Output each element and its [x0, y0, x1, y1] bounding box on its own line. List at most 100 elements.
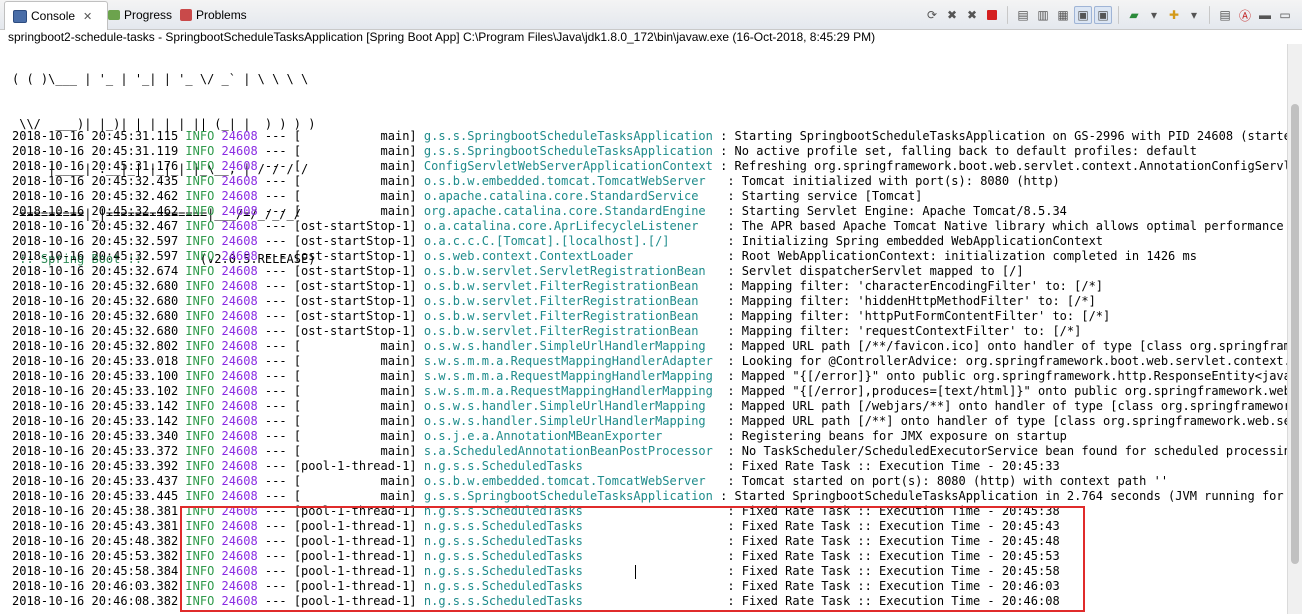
- log-message: : Starting service [Tomcat]: [727, 189, 923, 203]
- log-thread: [ main]: [293, 489, 417, 503]
- log-pid: 24608: [221, 129, 258, 143]
- log-level: INFO: [185, 219, 215, 233]
- banner-line: ( ( )\___ | '_ | '_| | '_ \/ _` | \ \ \ …: [12, 72, 309, 86]
- console-toolbar: ⟳ ✖ ✖ ▤ ▥ ▦ ▣ ▣ ▰ ▾ ✚ ▾ ▤ Ⓐ ▬ ▭: [923, 5, 1294, 25]
- display-selected-console-icon[interactable]: ▾: [1145, 6, 1163, 24]
- remove-all-icon[interactable]: ✖: [963, 6, 981, 24]
- log-separator: ---: [264, 174, 287, 188]
- log-timestamp: 2018-10-16 20:45:33.018: [12, 354, 179, 368]
- log-line: 2018-10-16 20:45:32.680 INFO 24608 --- […: [12, 279, 1288, 294]
- log-pid: 24608: [221, 234, 258, 248]
- scroll-lock-icon[interactable]: ▥: [1034, 6, 1052, 24]
- show-stdout-icon[interactable]: ▣: [1074, 6, 1092, 24]
- log-timestamp: 2018-10-16 20:45:33.102: [12, 384, 179, 398]
- log-line: 2018-10-16 20:45:33.142 INFO 24608 --- […: [12, 399, 1288, 414]
- log-thread: [ main]: [293, 159, 417, 173]
- log-logger: o.s.b.w.servlet.FilterRegistrationBean: [423, 279, 721, 293]
- log-logger: s.w.s.m.m.a.RequestMappingHandlerAdapter: [423, 354, 721, 368]
- show-stderr-icon[interactable]: ▣: [1094, 6, 1112, 24]
- log-logger: g.s.s.SpringbootScheduleTasksApplication: [423, 489, 713, 503]
- log-thread: [ main]: [293, 384, 417, 398]
- log-timestamp: 2018-10-16 20:45:31.115: [12, 129, 179, 143]
- log-level: INFO: [185, 354, 215, 368]
- maximize-icon[interactable]: ▭: [1276, 6, 1294, 24]
- log-timestamp: 2018-10-16 20:45:33.437: [12, 474, 179, 488]
- log-thread: [ost-startStop-1]: [293, 249, 417, 263]
- log-pid: 24608: [221, 489, 258, 503]
- word-wrap-icon[interactable]: ▦: [1054, 6, 1072, 24]
- log-message: : No TaskScheduler/ScheduledExecutorServ…: [727, 444, 1288, 458]
- log-separator: ---: [264, 339, 287, 353]
- view-menu-icon[interactable]: ▾: [1185, 6, 1203, 24]
- log-logger: o.s.b.w.servlet.FilterRegistrationBean: [423, 324, 721, 338]
- log-separator: ---: [264, 459, 287, 473]
- minimize-icon[interactable]: ▬: [1256, 6, 1274, 24]
- pin-console-icon[interactable]: ▰: [1125, 6, 1143, 24]
- ansi-icon[interactable]: Ⓐ: [1236, 6, 1254, 24]
- log-timestamp: 2018-10-16 20:45:32.435: [12, 174, 179, 188]
- log-separator: ---: [264, 309, 287, 323]
- log-pid: 24608: [221, 414, 258, 428]
- log-line: 2018-10-16 20:45:33.018 INFO 24608 --- […: [12, 354, 1288, 369]
- tab-console[interactable]: Console ✕: [4, 1, 108, 30]
- close-icon[interactable]: ✕: [83, 10, 92, 23]
- text-caret: [635, 565, 636, 579]
- log-logger: o.s.w.s.handler.SimpleUrlHandlerMapping: [423, 339, 721, 353]
- log-logger: ConfigServletWebServerApplicationContext: [423, 159, 713, 173]
- log-timestamp: 2018-10-16 20:45:31.119: [12, 144, 179, 158]
- log-separator: ---: [264, 429, 287, 443]
- log-pid: 24608: [221, 219, 258, 233]
- log-message: : Mapping filter: 'httpPutFormContentFil…: [727, 309, 1111, 323]
- log-pid: 24608: [221, 279, 258, 293]
- log-line: 2018-10-16 20:45:32.597 INFO 24608 --- […: [12, 234, 1288, 249]
- open-console-icon[interactable]: ✚: [1165, 6, 1183, 24]
- log-message: : No active profile set, falling back to…: [720, 144, 1197, 158]
- log-pid: 24608: [221, 294, 258, 308]
- log-line: 2018-10-16 20:45:33.142 INFO 24608 --- […: [12, 414, 1288, 429]
- terminate-icon[interactable]: [983, 6, 1001, 24]
- log-thread: [ main]: [293, 189, 417, 203]
- log-thread: [ main]: [293, 399, 417, 413]
- log-timestamp: 2018-10-16 20:45:32.462: [12, 189, 179, 203]
- highlight-box: [180, 506, 1085, 612]
- log-line: 2018-10-16 20:45:33.102 INFO 24608 --- […: [12, 384, 1288, 399]
- toolbar-separator: [1007, 6, 1008, 24]
- log-thread: [ main]: [293, 339, 417, 353]
- log-line: 2018-10-16 20:45:33.340 INFO 24608 --- […: [12, 429, 1288, 444]
- tab-problems[interactable]: Problems: [180, 0, 270, 29]
- log-pid: 24608: [221, 399, 258, 413]
- log-message: : Registering beans for JMX exposure on …: [727, 429, 1067, 443]
- log-message: : The APR based Apache Tomcat Native lib…: [727, 219, 1288, 233]
- log-line: 2018-10-16 20:45:33.100 INFO 24608 --- […: [12, 369, 1288, 384]
- log-line: 2018-10-16 20:45:31.119 INFO 24608 --- […: [12, 144, 1288, 159]
- remove-launch-icon[interactable]: ✖: [943, 6, 961, 24]
- log-logger: s.a.ScheduledAnnotationBeanPostProcessor: [423, 444, 721, 458]
- log-level: INFO: [185, 159, 215, 173]
- log-logger: g.s.s.SpringbootScheduleTasksApplication: [423, 144, 713, 158]
- log-message: : Tomcat started on port(s): 8080 (http)…: [727, 474, 1169, 488]
- scrollbar-thumb[interactable]: [1291, 104, 1299, 564]
- log-separator: ---: [264, 279, 287, 293]
- log-thread: [ main]: [293, 474, 417, 488]
- log-pid: 24608: [221, 369, 258, 383]
- log-logger: o.s.j.e.a.AnnotationMBeanExporter: [423, 429, 721, 443]
- log-thread: [ost-startStop-1]: [293, 309, 417, 323]
- vertical-scrollbar[interactable]: [1287, 44, 1302, 614]
- log-thread: [ost-startStop-1]: [293, 219, 417, 233]
- log-timestamp: 2018-10-16 20:46:08.382: [12, 594, 179, 608]
- log-logger: o.s.w.s.handler.SimpleUrlHandlerMapping: [423, 399, 721, 413]
- log-level: INFO: [185, 189, 215, 203]
- log-separator: ---: [264, 489, 287, 503]
- log-pid: 24608: [221, 354, 258, 368]
- log-pid: 24608: [221, 324, 258, 338]
- tab-progress[interactable]: Progress: [108, 0, 188, 29]
- log-thread: [ main]: [293, 354, 417, 368]
- log-logger: o.s.b.w.embedded.tomcat.TomcatWebServer: [423, 474, 721, 488]
- log-level: INFO: [185, 429, 215, 443]
- log-message: : Servlet dispatcherServlet mapped to [/…: [727, 264, 1024, 278]
- log-message: : Mapped URL path [/**/favicon.ico] onto…: [727, 339, 1288, 353]
- stack-icon[interactable]: ▤: [1216, 6, 1234, 24]
- pin-icon[interactable]: ⟳: [923, 6, 941, 24]
- clear-console-icon[interactable]: ▤: [1014, 6, 1032, 24]
- log-pid: 24608: [221, 429, 258, 443]
